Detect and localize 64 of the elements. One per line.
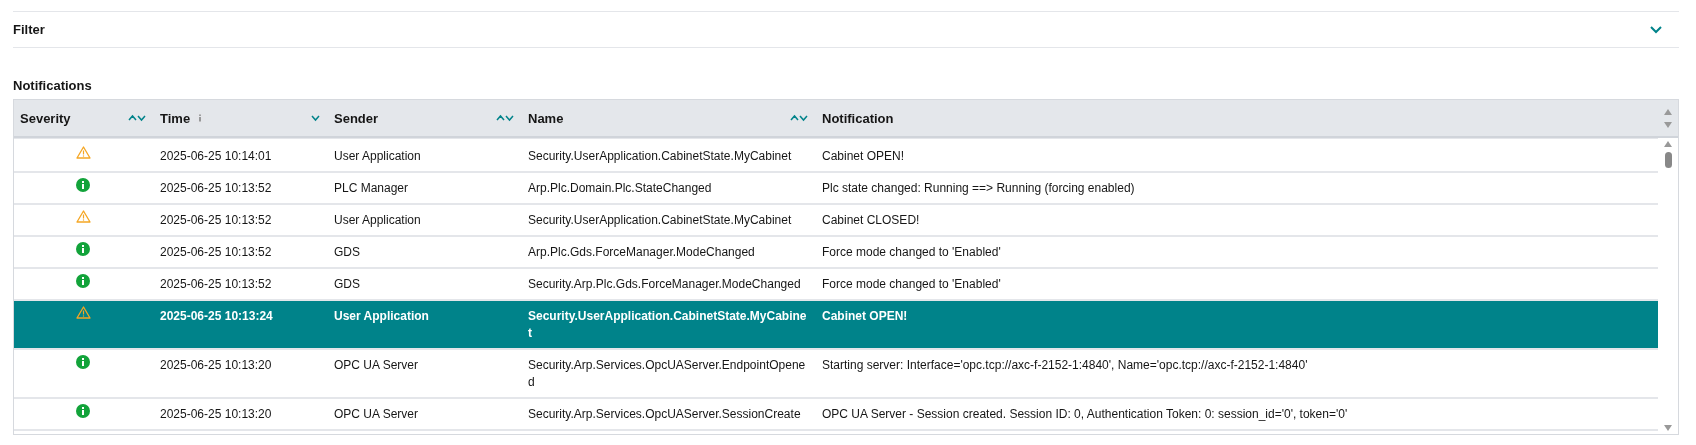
warning-icon <box>75 146 91 159</box>
notification-cell: Force mode changed to 'Enabled' <box>822 245 1001 259</box>
column-header[interactable]: Time <box>154 100 328 136</box>
sender-cell: OPC UA Server <box>334 407 419 421</box>
info-icon <box>76 178 90 192</box>
notification-cell: OPC UA Server - Session created. Session ID: 0, Authentication Token: 0: session_id='0', token='0' <box>822 407 1348 421</box>
name-cell: Arp.Plc.Domain.Plc.StateChanged <box>528 181 712 195</box>
column-header[interactable]: Sender <box>328 100 522 136</box>
info-icon <box>76 404 90 418</box>
warning-icon <box>75 306 91 319</box>
table-row[interactable]: 2025-06-25 10:13:20 OPC UA Server Security.Arp.Services.OpcUAServer.EndpointOpened Starting server: Interface='opc.tcp://axc-f-2152-1:4840', Name='opc.tcp://axc-f-2152-1:4840' <box>14 350 1658 399</box>
sender-cell: User Application <box>334 149 421 163</box>
table-row[interactable]: 2025-06-25 10:13:52 User Application Security.UserApplication.CabinetState.MyCabinet Cabinet CLOSED! <box>14 205 1658 237</box>
name-cell: Security.Arp.Plc.Gds.ForceManager.ModeChanged <box>528 277 801 291</box>
filter-title: Filter <box>13 22 45 37</box>
scroll-up-icon[interactable] <box>1663 107 1673 116</box>
section-title: Notifications <box>13 78 93 93</box>
column-header[interactable]: Notification <box>816 100 1658 136</box>
table-row[interactable]: 2025-06-25 10:14:01 User Application Security.UserApplication.CabinetState.MyCabinet Cabinet OPEN! <box>14 141 1658 173</box>
sort-icon[interactable] <box>496 114 514 122</box>
sender-cell: PLC Manager <box>334 181 409 195</box>
scroll-down-icon[interactable] <box>1663 424 1673 432</box>
table-row[interactable]: 2025-06-25 10:13:52 GDS Arp.Plc.Gds.ForceManager.ModeChanged Force mode changed to 'Enabled' <box>14 237 1658 269</box>
scroll-down-icon[interactable] <box>1663 120 1673 129</box>
sender-cell: User Application <box>334 309 429 323</box>
time-cell: 2025-06-25 10:14:01 <box>160 149 272 163</box>
sender-cell: GDS <box>334 277 360 291</box>
scrollbar-thumb[interactable] <box>1664 152 1672 168</box>
notification-cell: Cabinet OPEN! <box>822 309 908 323</box>
time-cell: 2025-06-25 10:13:52 <box>160 213 272 227</box>
sender-cell: GDS <box>334 245 360 259</box>
chevron-icon[interactable] <box>1650 25 1662 34</box>
sort-icon[interactable] <box>128 114 146 122</box>
sender-cell: OPC UA Server <box>334 358 419 372</box>
name-cell: Security.UserApplication.CabinetState.MyCabinet <box>528 309 807 340</box>
notification-cell: Starting server: Interface='opc.tcp://axc-f-2152-1:4840', Name='opc.tcp://axc-f-2152-1:4840' <box>822 358 1308 372</box>
table-row[interactable]: 2025-06-25 10:13:24 User Application Security.UserApplication.CabinetState.MyCabinet Cabinet OPEN! <box>14 301 1658 350</box>
name-cell: Security.UserApplication.CabinetState.MyCabinet <box>528 149 792 163</box>
time-cell: 2025-06-25 10:13:20 <box>160 407 272 421</box>
notification-cell: Plc state changed: Running ==> Running (forcing enabled) <box>822 181 1135 195</box>
scroll-up-icon[interactable] <box>1663 140 1673 148</box>
name-cell: Security.Arp.Services.OpcUAServer.EndpointOpened <box>528 358 806 389</box>
time-cell: 2025-06-25 10:13:52 <box>160 181 272 195</box>
table-row[interactable]: 2025-06-25 10:13:20 OPC UA Server Security.Arp.Services.OpcUAServer.SessionCreate OPC UA Server - Session created. Session ID: 0, Authentication Token: 0: session_id='0', token='0' <box>14 399 1658 431</box>
table-row[interactable]: 2025-06-25 10:13:52 PLC Manager Arp.Plc.Domain.Plc.StateChanged Plc state changed: Running ==> Running (forcing enabled) <box>14 173 1658 205</box>
time-cell: 2025-06-25 10:13:52 <box>160 245 272 259</box>
notification-cell: Cabinet CLOSED! <box>822 213 920 227</box>
sort-down-icon[interactable] <box>311 114 320 122</box>
notification-cell: Force mode changed to 'Enabled' <box>822 277 1001 291</box>
name-cell: Arp.Plc.Gds.ForceManager.ModeChanged <box>528 245 755 259</box>
name-cell: Security.UserApplication.CabinetState.MyCabinet <box>528 213 792 227</box>
info-icon <box>76 355 90 369</box>
time-cell: 2025-06-25 10:13:24 <box>160 309 273 323</box>
info-icon <box>76 274 90 288</box>
name-cell: Security.Arp.Services.OpcUAServer.SessionCreate <box>528 407 801 421</box>
notification-cell: Cabinet OPEN! <box>822 149 905 163</box>
column-header[interactable]: Name <box>522 100 816 136</box>
sender-cell: User Application <box>334 213 421 227</box>
column-header[interactable]: Severity <box>14 100 154 136</box>
info-icon <box>76 242 90 256</box>
time-cell: 2025-06-25 10:13:52 <box>160 277 272 291</box>
warning-icon <box>75 210 91 223</box>
sort-icon[interactable] <box>790 114 808 122</box>
time-cell: 2025-06-25 10:13:20 <box>160 358 272 372</box>
